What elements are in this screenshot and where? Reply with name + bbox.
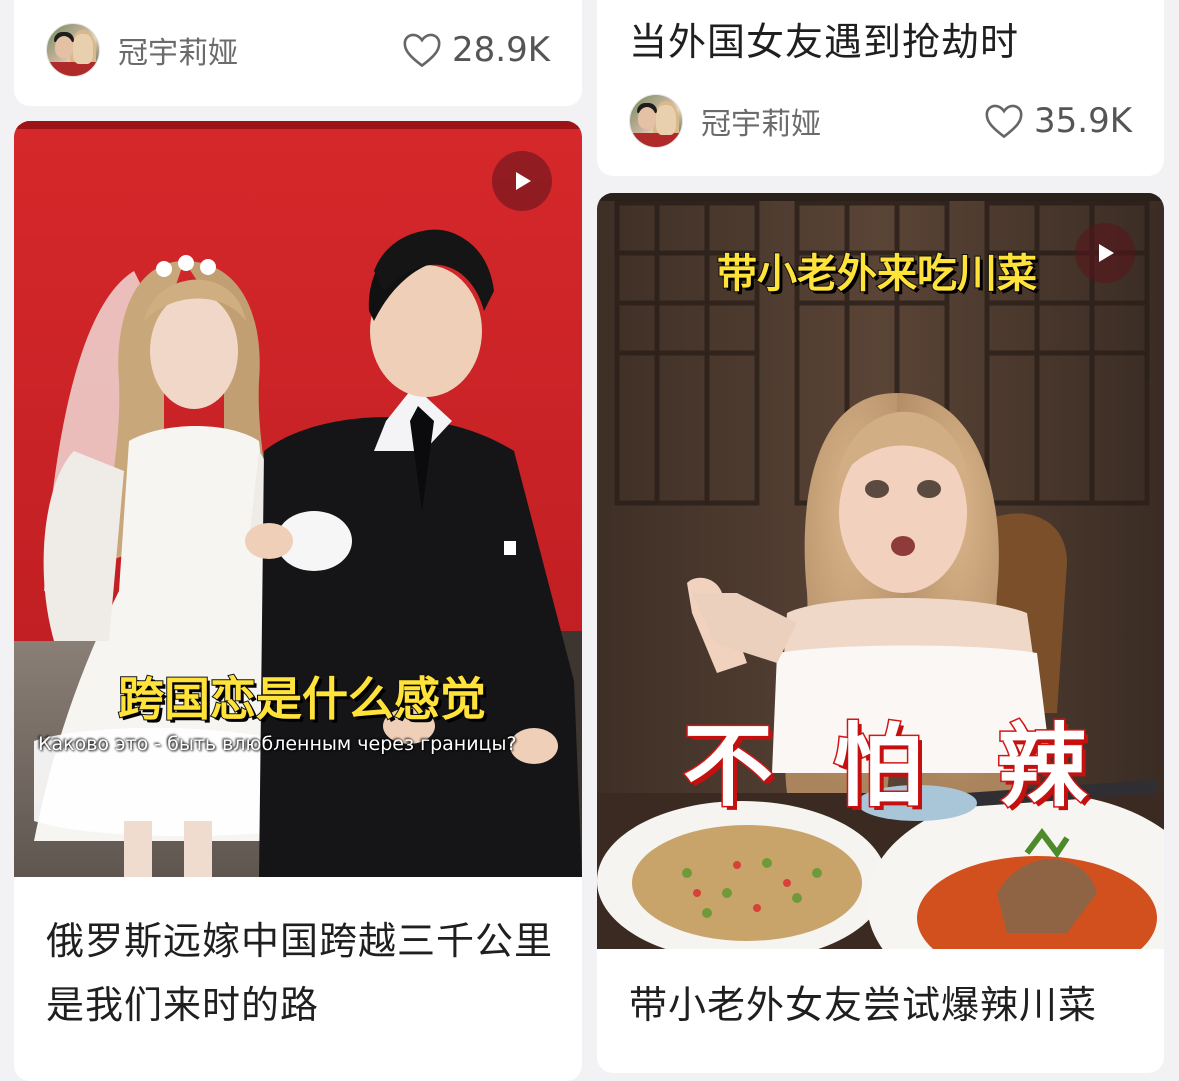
feed-card-1[interactable]: 冠宇莉娅 28.9K [14, 0, 582, 106]
author-row: 冠宇莉娅 28.9K [46, 22, 550, 78]
heart-outline-icon [984, 103, 1024, 139]
like-count: 35.9K [1034, 101, 1132, 141]
restaurant-photo [597, 193, 1164, 949]
author-avatar[interactable] [46, 23, 100, 77]
like-button[interactable]: 28.9K [402, 30, 550, 70]
video-cover[interactable]: 跨国恋是什么感觉 Каково это - быть влюбленным че… [14, 121, 582, 877]
overlay-char-1: 不 [682, 713, 775, 821]
author-name[interactable]: 冠宇莉娅 [118, 28, 402, 72]
overlay-char-2: 怕 [832, 713, 925, 821]
card-title[interactable]: 俄罗斯远嫁中国跨越三千公里是我们来时的路 [46, 909, 558, 1037]
like-count: 28.9K [452, 30, 550, 70]
video-overlay-caption-cn: 跨国恋是什么感觉 [117, 671, 487, 727]
feed-card-3[interactable]: 当外国女友遇到抢劫时 冠宇莉娅 35.9K [597, 0, 1164, 176]
video-overlay-caption-top: 带小老外来吃川菜 [716, 250, 1038, 298]
wedding-photo [14, 121, 582, 877]
overlay-char-3: 辣 [996, 713, 1089, 821]
feed-card-4[interactable]: 带小老外来吃川菜 不 怕 辣 带小老外女友尝试爆辣川菜 [597, 193, 1164, 1073]
author-name[interactable]: 冠宇莉娅 [701, 99, 984, 143]
play-button[interactable] [1075, 223, 1135, 283]
like-button[interactable]: 35.9K [984, 101, 1132, 141]
play-icon [516, 172, 531, 190]
play-icon [1099, 244, 1114, 262]
card-title[interactable]: 当外国女友遇到抢劫时 [629, 10, 1140, 74]
video-overlay-caption-ru: Каково это - быть влюбленным через грани… [38, 733, 517, 755]
play-button[interactable] [492, 151, 552, 211]
card-title[interactable]: 带小老外女友尝试爆辣川菜 [629, 973, 1140, 1037]
author-row: 冠宇莉娅 35.9K [629, 93, 1132, 149]
heart-outline-icon [402, 32, 442, 68]
video-cover[interactable]: 带小老外来吃川菜 不 怕 辣 [597, 193, 1164, 949]
author-avatar[interactable] [629, 94, 683, 148]
feed-card-2[interactable]: 跨国恋是什么感觉 Каково это - быть влюбленным че… [14, 121, 582, 1081]
